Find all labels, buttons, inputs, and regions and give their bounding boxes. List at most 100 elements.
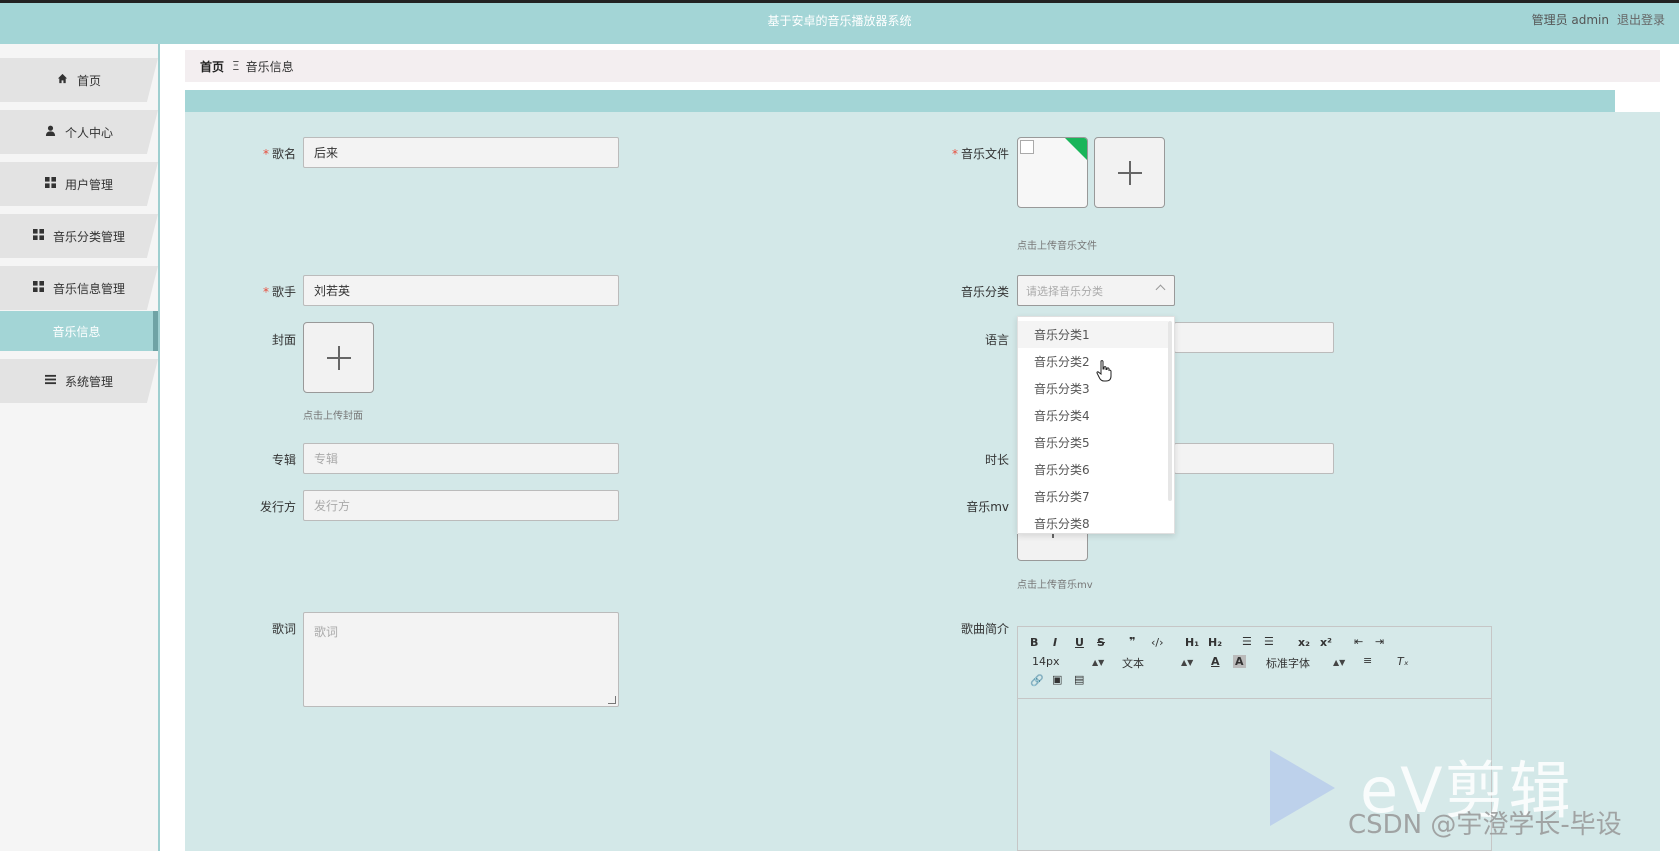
album-input[interactable]: 专辑 (303, 443, 619, 474)
sidebar-item-label: 音乐信息管理 (52, 281, 125, 296)
font-family-select[interactable]: 标准字体 (1266, 655, 1310, 671)
music-file-upload[interactable] (1094, 137, 1165, 208)
header-band (185, 90, 1615, 112)
clear-format-icon[interactable]: Tₓ (1397, 655, 1409, 668)
sidebar-item-label: 个人中心 (64, 125, 113, 140)
sidebar-item-home[interactable]: 首页 (0, 58, 158, 102)
current-user: 管理员 admin (1531, 13, 1609, 27)
sort-icon: ▲▼ (1181, 658, 1194, 667)
list-icon (45, 374, 57, 388)
grid-icon (33, 229, 45, 243)
breadcrumb: 首页 Ξ 音乐信息 (185, 50, 1660, 82)
breadcrumb-home[interactable]: 首页 (200, 58, 224, 75)
sidebar-item-system[interactable]: 系统管理 (0, 359, 158, 403)
sidebar-item-music-category[interactable]: 音乐分类管理 (0, 214, 158, 258)
font-color-icon[interactable]: A (1211, 655, 1220, 668)
grid-icon (33, 281, 45, 295)
blockquote-icon[interactable]: ❞ (1129, 635, 1135, 648)
sidebar-item-label: 首页 (76, 73, 101, 88)
sidebar-item-users[interactable]: 用户管理 (0, 162, 158, 206)
category-select[interactable]: 请选择音乐分类 (1017, 275, 1175, 306)
category-dropdown: 音乐分类1 音乐分类2 音乐分类3 音乐分类4 音乐分类5 音乐分类6 音乐分类… (1017, 316, 1175, 534)
cover-upload[interactable] (303, 322, 374, 393)
grid-icon (45, 177, 57, 191)
song-name-label: * 歌名 (262, 147, 296, 161)
plus-icon (1117, 160, 1142, 185)
singer-input[interactable]: 刘若英 (303, 275, 619, 306)
dropdown-option[interactable]: 音乐分类4 (1018, 402, 1168, 429)
underline-icon[interactable]: U (1075, 636, 1084, 649)
breadcrumb-separator: Ξ (232, 59, 240, 73)
app-title: 基于安卓的音乐播放器系统 (767, 14, 912, 28)
chevron-up-icon (1155, 284, 1166, 295)
bullet-list-icon[interactable]: ☰ (1264, 635, 1274, 648)
music-file-label: * 音乐文件 (951, 147, 1009, 161)
language-label: 语言 (984, 333, 1009, 347)
dropdown-scrollbar[interactable] (1168, 321, 1172, 501)
code-icon[interactable]: ‹/› (1151, 636, 1164, 649)
dropdown-option[interactable]: 音乐分类6 (1018, 456, 1168, 483)
publisher-label: 发行方 (259, 500, 296, 514)
singer-label: * 歌手 (262, 285, 296, 299)
logout-link[interactable]: 退出登录 (1617, 11, 1665, 28)
sidebar-item-profile[interactable]: 个人中心 (0, 110, 158, 154)
success-corner-icon (1065, 138, 1087, 160)
dropdown-option[interactable]: 音乐分类1 (1018, 321, 1168, 348)
sidebar-item-music-info[interactable]: 音乐信息管理 (0, 266, 158, 310)
watermark-play-icon (1270, 750, 1335, 826)
dropdown-option[interactable]: 音乐分类2 (1018, 348, 1168, 375)
strike-icon[interactable]: S (1097, 636, 1105, 649)
category-label: 音乐分类 (960, 285, 1009, 299)
sidebar-item-label: 系统管理 (64, 374, 113, 389)
dropdown-option[interactable]: 音乐分类7 (1018, 483, 1168, 510)
song-name-input[interactable]: 后来 (303, 137, 619, 168)
watermark-author: CSDN @宇澄学长-毕设 (1348, 810, 1622, 840)
album-label: 专辑 (271, 453, 296, 467)
paragraph-select[interactable]: 文本 (1122, 655, 1144, 671)
top-bar: 基于安卓的音乐播放器系统 管理员 admin 退出登录 (0, 0, 1679, 44)
dropdown-option[interactable]: 音乐分类5 (1018, 429, 1168, 456)
hand-cursor-icon (1096, 360, 1112, 382)
lyrics-label: 歌词 (271, 622, 296, 636)
sort-icon: ▲▼ (1333, 658, 1346, 667)
user-area: 管理员 admin 退出登录 (1532, 11, 1665, 28)
cover-label: 封面 (271, 333, 296, 347)
outdent-icon[interactable]: ⇤ (1354, 635, 1363, 648)
music-file-hint: 点击上传音乐文件 (1017, 241, 1097, 252)
lyrics-textarea[interactable]: 歌词 (303, 612, 619, 707)
background-color-icon[interactable]: A (1233, 655, 1246, 668)
subscript-icon[interactable]: x₂ (1298, 636, 1310, 649)
sidebar-item-label: 用户管理 (64, 177, 113, 192)
duration-label: 时长 (984, 453, 1009, 467)
mv-label: 音乐mv (966, 500, 1009, 514)
user-icon (45, 125, 57, 139)
align-icon[interactable]: ≡ (1363, 654, 1372, 667)
image-icon[interactable]: ▣ (1052, 673, 1062, 686)
music-file-thumbnail[interactable] (1017, 137, 1088, 208)
superscript-icon[interactable]: x² (1320, 636, 1332, 649)
header-1-icon[interactable]: H₁ (1185, 636, 1199, 649)
sidebar-item-label: 音乐分类管理 (52, 229, 125, 244)
sort-icon: ▲▼ (1092, 658, 1105, 667)
bold-icon[interactable]: B (1030, 636, 1038, 649)
lyrics-placeholder: 歌词 (314, 625, 339, 639)
publisher-input[interactable]: 发行方 (303, 490, 619, 521)
header-2-icon[interactable]: H₂ (1208, 636, 1222, 649)
intro-label: 歌曲简介 (960, 622, 1009, 636)
broken-image-icon (1020, 140, 1034, 154)
dropdown-option[interactable]: 音乐分类3 (1018, 375, 1168, 402)
dropdown-option[interactable]: 音乐分类8 (1018, 510, 1168, 533)
link-icon[interactable]: 🔗 (1030, 674, 1044, 687)
language-input[interactable] (1174, 322, 1334, 353)
resize-grip-icon[interactable] (608, 696, 616, 704)
indent-icon[interactable]: ⇥ (1375, 635, 1384, 648)
sidebar-subitem-music-info[interactable]: 音乐信息 (0, 311, 158, 351)
breadcrumb-current: 音乐信息 (245, 59, 294, 74)
editor-toolbar: B I U S ❞ ‹/› H₁ H₂ ☰ ☰ x₂ x² ⇤ ⇥ 14px ▲… (1018, 627, 1491, 699)
font-size-select[interactable]: 14px (1032, 655, 1060, 668)
italic-icon[interactable]: I (1053, 636, 1057, 649)
ordered-list-icon[interactable]: ☰ (1242, 635, 1252, 648)
duration-input[interactable] (1174, 443, 1334, 474)
home-icon (57, 73, 69, 87)
video-icon[interactable]: ▤ (1074, 673, 1084, 686)
